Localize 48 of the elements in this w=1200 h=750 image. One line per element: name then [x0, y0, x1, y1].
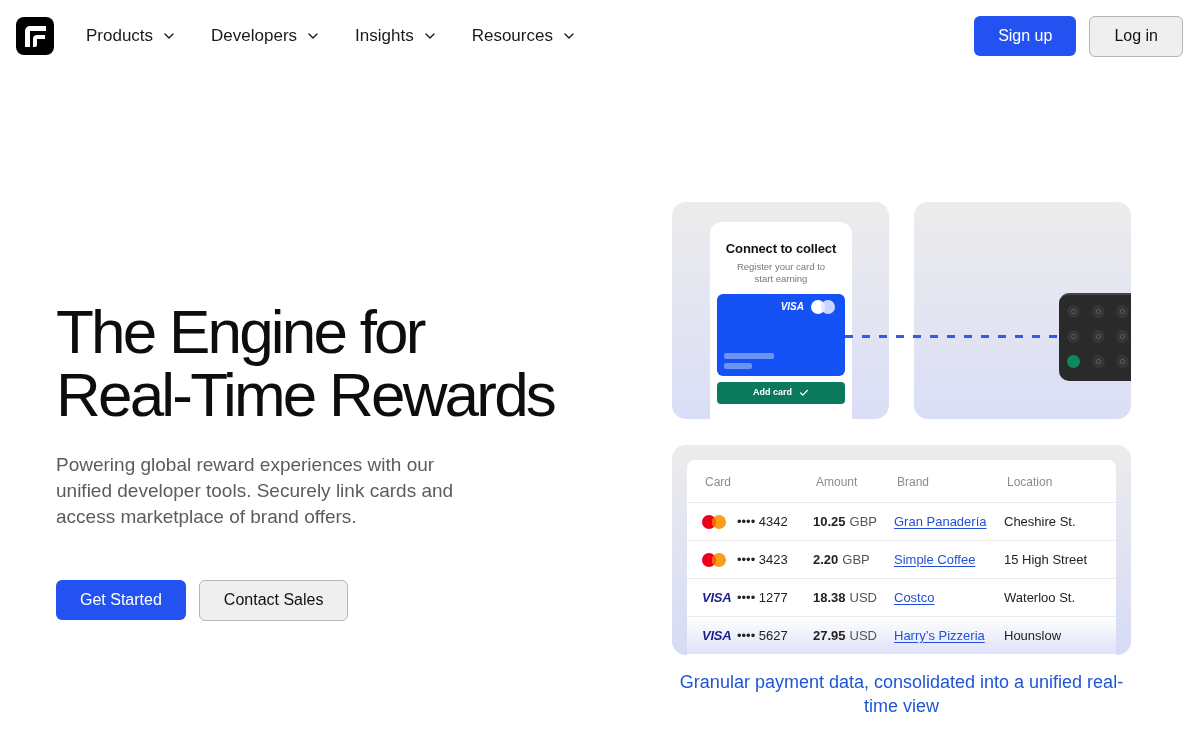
add-card-button[interactable]: Add card — [717, 382, 845, 404]
column-header: Card — [705, 474, 731, 491]
brand-link[interactable]: Simple Coffee — [894, 551, 976, 567]
check-icon — [799, 388, 809, 398]
amount-value: 10.25 — [813, 512, 846, 531]
column-header: Amount — [816, 474, 858, 491]
table-caption: Granular payment data, consolidated into a unified real-time view — [678, 671, 1125, 718]
brand-link[interactable]: Costco — [894, 589, 935, 605]
column-header: Location — [1007, 474, 1053, 491]
amount-value: 27.95 — [813, 626, 846, 645]
sign-up-button[interactable]: Sign up — [974, 16, 1077, 56]
phone-title: Connect to collect — [725, 241, 837, 257]
contact-sales-button[interactable]: Contact Sales — [198, 579, 349, 621]
nav-menu-item[interactable]: Insights — [355, 23, 438, 49]
hero-title: The Engine for Real-Time Rewards — [56, 299, 556, 426]
amount-value: 18.38 — [813, 588, 846, 607]
location-text: Waterloo St. — [1004, 589, 1076, 605]
currency-code: USD — [849, 626, 877, 645]
mastercard-logo-icon — [702, 552, 726, 567]
card-number: •••• 5627 — [737, 626, 788, 645]
column-header: Brand — [897, 474, 930, 491]
nav-menu-item[interactable]: Products — [86, 23, 178, 49]
card-number: •••• 4342 — [737, 512, 788, 531]
nav-menu-item[interactable]: Developers — [211, 23, 322, 49]
currency-code: GBP — [842, 550, 870, 569]
placeholder-bar — [724, 353, 774, 359]
placeholder-bar — [724, 363, 752, 369]
visa-wordmark: VISA — [702, 626, 732, 645]
phone-subtitle: Register your card to start earning — [735, 261, 827, 285]
visa-wordmark: VISA — [780, 301, 804, 313]
location-text: 15 High Street — [1004, 551, 1088, 567]
logo-icon[interactable] — [16, 17, 54, 55]
brand-link[interactable]: Gran Panadería — [894, 513, 987, 529]
mastercard-logo-icon — [702, 514, 726, 529]
card-number: •••• 3423 — [737, 550, 788, 569]
visa-wordmark: VISA — [702, 588, 732, 607]
hero-subtitle: Powering global reward experiences with our unified developer tools. Securely link cards and access marketplace of brand offers. — [56, 452, 455, 529]
brand-link[interactable]: Harry’s Pizzeria — [894, 627, 985, 643]
get-started-button[interactable]: Get Started — [56, 579, 186, 620]
location-text: Cheshire St. — [1004, 513, 1076, 529]
location-text: Hounslow — [1004, 627, 1062, 643]
amount-value: 2.20 — [813, 550, 839, 569]
log-in-button[interactable]: Log in — [1089, 15, 1183, 57]
card-number: •••• 1277 — [737, 588, 788, 607]
mastercard-logo-icon — [811, 300, 835, 314]
nav-menu-item[interactable]: Resources — [471, 23, 577, 49]
currency-code: USD — [849, 588, 877, 607]
currency-code: GBP — [849, 512, 877, 531]
